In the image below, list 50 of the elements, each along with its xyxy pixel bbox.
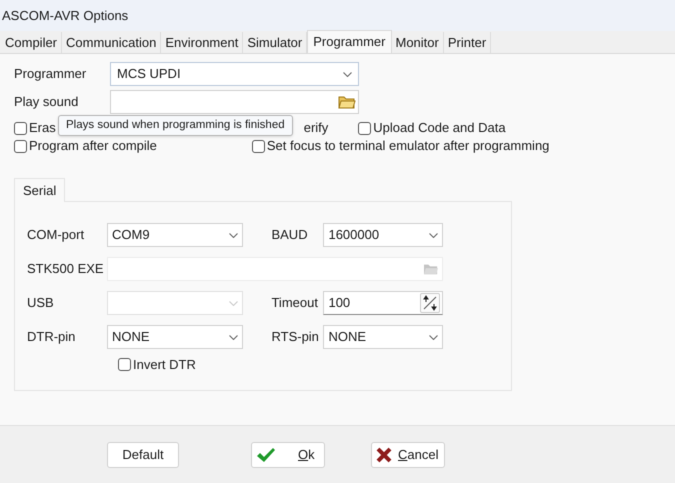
close-icon: [376, 446, 392, 462]
tab[interactable]: Environment: [161, 32, 244, 53]
tab[interactable]: Compiler: [1, 32, 62, 53]
baud-dropdown[interactable]: 1600000: [323, 223, 443, 247]
spin-arrows-icon[interactable]: [420, 293, 440, 313]
tab[interactable]: Serial: [14, 178, 66, 202]
field-label: USB: [27, 294, 55, 312]
field-label: STK500 EXE: [27, 260, 105, 278]
sound-file-field[interactable]: [110, 90, 359, 114]
checkbox-label: Program after compile: [29, 137, 157, 156]
field-label: COM-port: [27, 226, 86, 244]
folder-icon: [338, 94, 356, 110]
field-label: Play sound: [14, 93, 80, 112]
chevron-down-icon: [229, 232, 238, 238]
dtr-pin-dropdown[interactable]: NONE: [107, 325, 244, 349]
com-port-dropdown[interactable]: COM9: [107, 223, 244, 247]
field-label: RTS-pin: [271, 328, 320, 346]
chevron-down-icon: [229, 334, 238, 340]
check-icon: [256, 446, 276, 462]
tab[interactable]: Programmer: [307, 30, 392, 53]
chevron-down-icon: [429, 232, 438, 238]
checkbox[interactable]: [252, 140, 265, 152]
programmer-dropdown[interactable]: MCS UPDI: [110, 62, 359, 86]
field-label: Programmer: [14, 65, 88, 84]
chevron-down-icon: [343, 72, 352, 76]
ok-button[interactable]: Ok: [251, 442, 325, 468]
cancel-button[interactable]: Cancel: [371, 442, 445, 468]
rts-pin-dropdown[interactable]: NONE: [323, 325, 443, 349]
window-title: ASCOM-AVR Options: [2, 6, 128, 25]
tooltip: Plays sound when programming is finished: [58, 115, 293, 136]
field-label: Timeout: [271, 294, 319, 312]
chevron-down-icon: [229, 300, 238, 306]
field-label: DTR-pin: [27, 328, 76, 346]
checkbox-label: Eras: [29, 119, 56, 138]
tab[interactable]: Monitor: [392, 32, 444, 53]
field-label: BAUD: [271, 226, 309, 244]
chevron-down-icon: [429, 334, 438, 340]
checkbox[interactable]: [14, 140, 27, 152]
checkbox-label: Invert DTR: [133, 356, 196, 374]
checkbox[interactable]: [118, 358, 131, 372]
tab[interactable]: Communication: [62, 32, 162, 53]
checkbox[interactable]: [358, 122, 372, 134]
checkbox-label: Set focus to terminal emulator after programming: [266, 137, 550, 156]
checkbox-label: Upload Code and Data: [373, 119, 506, 138]
checkbox[interactable]: [14, 122, 27, 134]
timeout-spinner[interactable]: 100: [323, 291, 443, 315]
checkbox-label: erify: [304, 119, 328, 138]
folder-icon: [423, 262, 439, 276]
tab[interactable]: Printer: [444, 32, 492, 53]
default-button[interactable]: Default: [107, 442, 179, 468]
